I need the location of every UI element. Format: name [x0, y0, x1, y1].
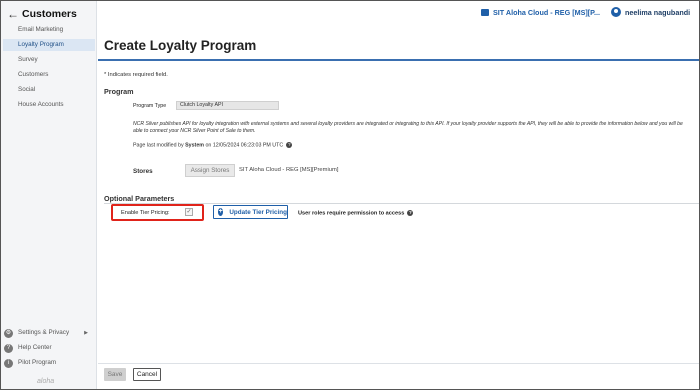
last-modified: Page last modified by System on 12/05/20…	[133, 142, 293, 149]
help-icon: ?	[4, 343, 13, 353]
page-title: Create Loyalty Program	[104, 38, 257, 53]
modified-prefix: Page last modified by	[133, 142, 186, 149]
store-icon	[481, 9, 489, 16]
sidebar-item-survey[interactable]: Survey	[3, 54, 95, 66]
modified-suffix: on 12/05/2024 06:23:03 PM UTC	[203, 142, 284, 149]
sidebar-item-social[interactable]: Social	[3, 84, 95, 96]
program-description: NCR Silver publishes API for loyalty int…	[133, 121, 683, 135]
permission-note: User roles require permission to access?	[298, 210, 414, 217]
site-selector[interactable]: SIT Aloha Cloud - REG [MS][P...	[481, 8, 600, 17]
plus-icon: +	[218, 208, 224, 216]
sidebar: ← Customers Email Marketing Loyalty Prog…	[1, 1, 97, 389]
save-button[interactable]: Save	[104, 368, 126, 381]
site-name: SIT Aloha Cloud - REG [MS][P...	[493, 8, 601, 17]
sidebar-item-customers[interactable]: Customers	[3, 69, 95, 81]
help-icon[interactable]: ?	[286, 142, 293, 148]
pilot-program-link[interactable]: i Pilot Program	[4, 357, 94, 369]
optional-parameters-heading: Optional Parameters	[104, 194, 175, 203]
user-avatar-icon	[611, 7, 621, 17]
footer-divider	[98, 363, 699, 364]
update-tier-pricing-label: Update Tier Pricing	[229, 208, 287, 216]
settings-privacy-label: Settings & Privacy	[18, 329, 70, 336]
pilot-program-label: Pilot Program	[18, 359, 57, 366]
top-bar: SIT Aloha Cloud - REG [MS][P... neelima …	[97, 1, 699, 29]
cancel-button[interactable]: Cancel	[133, 368, 161, 381]
stores-label: Stores	[133, 168, 153, 175]
sidebar-item-email-marketing[interactable]: Email Marketing	[3, 24, 95, 36]
user-menu[interactable]: neelima nagubandi	[611, 7, 690, 17]
program-type-label: Program Type	[133, 103, 167, 109]
help-center-label: Help Center	[18, 344, 52, 351]
program-type-field[interactable]: Clutch Loyalty API	[176, 101, 279, 110]
stores-value: SIT Aloha Cloud - REG [MS][Premium]	[239, 167, 339, 173]
aloha-logo: aloha	[37, 378, 55, 385]
update-tier-pricing-button[interactable]: + Update Tier Pricing	[213, 205, 288, 219]
chevron-right-icon: ▶	[84, 330, 88, 336]
required-note: * Indicates required field.	[104, 72, 168, 78]
sidebar-title: Customers	[22, 8, 77, 20]
sidebar-item-loyalty-program[interactable]: Loyalty Program	[3, 39, 95, 51]
assign-stores-button[interactable]: Assign Stores	[185, 164, 235, 177]
help-center-link[interactable]: ? Help Center	[4, 342, 94, 354]
permission-note-text: User roles require permission to access	[298, 210, 405, 217]
back-arrow-icon[interactable]: ←	[7, 7, 19, 21]
sidebar-header: ← Customers	[7, 7, 77, 21]
tier-pricing-label: Enable Tier Pricing:	[121, 210, 170, 216]
modified-by: System	[185, 142, 204, 149]
title-divider	[98, 59, 699, 61]
info-icon: i	[4, 358, 13, 368]
user-name: neelima nagubandi	[625, 7, 691, 17]
help-icon[interactable]: ?	[407, 210, 414, 216]
sidebar-item-house-accounts[interactable]: House Accounts	[3, 99, 95, 111]
settings-privacy-link[interactable]: ⚙ Settings & Privacy ▶	[4, 327, 94, 339]
tier-pricing-checkbox[interactable]: ✓	[185, 208, 193, 216]
gear-icon: ⚙	[4, 328, 13, 338]
program-section-heading: Program	[104, 87, 134, 96]
